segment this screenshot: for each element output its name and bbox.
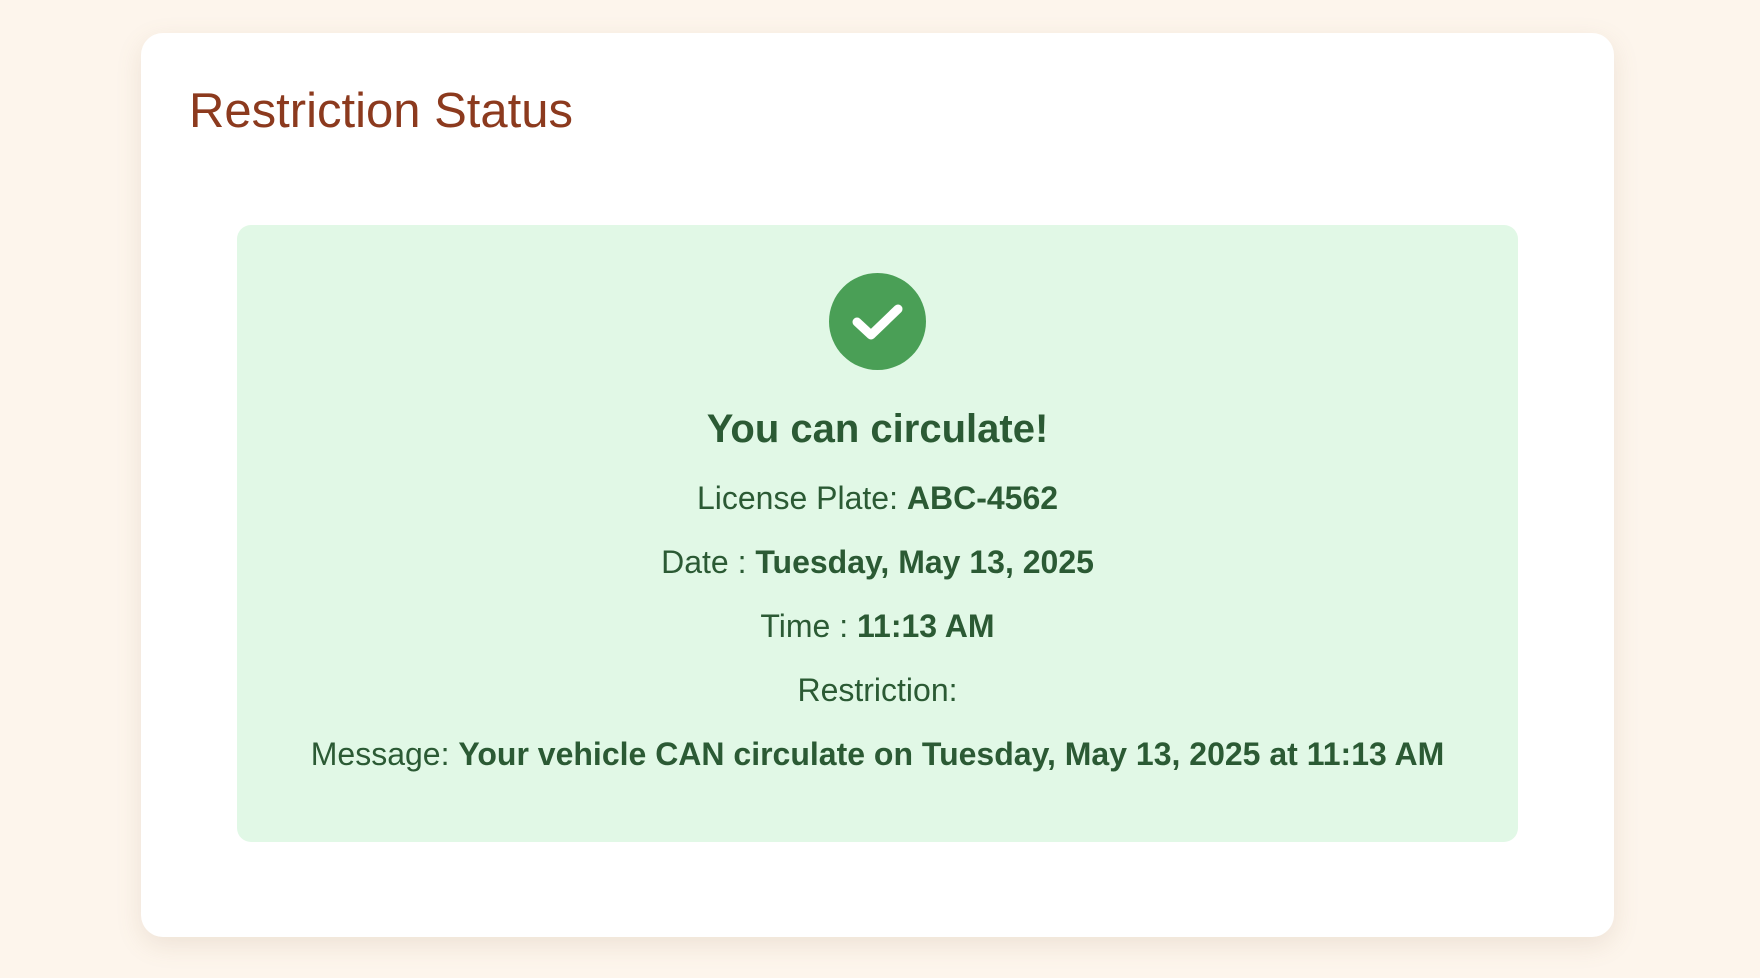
restriction-row: Restriction:: [237, 671, 1518, 709]
date-row: Date : Tuesday, May 13, 2025: [237, 543, 1518, 581]
license-plate-label: License Plate:: [696, 480, 898, 516]
message-label: Message:: [310, 736, 450, 772]
time-label: Time :: [760, 608, 849, 644]
result-headline: You can circulate!: [706, 407, 1049, 451]
license-plate-value: ABC-4562: [906, 480, 1059, 516]
date-value: Tuesday, May 13, 2025: [755, 544, 1094, 580]
page-title: Restriction Status: [189, 84, 573, 138]
date-label: Date :: [661, 544, 747, 580]
license-plate-row: License Plate: ABC-4562: [237, 479, 1518, 517]
restriction-label: Restriction:: [797, 672, 958, 708]
time-value: 11:13 AM: [857, 608, 995, 644]
message-value: Your vehicle CAN circulate on Tuesday, M…: [458, 736, 1445, 772]
message-row: Message: Your vehicle CAN circulate on T…: [237, 735, 1518, 773]
success-result-panel: You can circulate! License Plate: ABC-45…: [237, 225, 1518, 842]
restriction-status-card: Restriction Status You can circulate! Li…: [141, 33, 1614, 937]
check-circle-icon: [829, 273, 926, 370]
time-row: Time : 11:13 AM: [237, 607, 1518, 645]
